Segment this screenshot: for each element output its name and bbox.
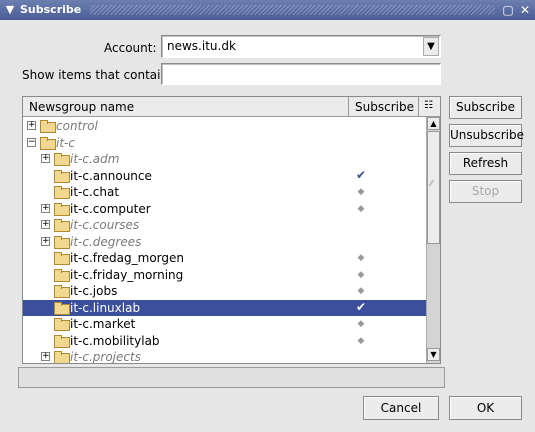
folder-icon [54, 169, 70, 183]
newsgroup-name: it-c.fredag_morgen [70, 251, 185, 265]
folder-icon [54, 351, 70, 363]
filter-label: Show items that contain: [22, 68, 173, 82]
scroll-down-icon[interactable]: ▼ [427, 348, 440, 361]
expand-icon[interactable]: + [41, 352, 50, 361]
unsubscribed-dot-icon[interactable]: ◆ [355, 270, 367, 280]
close-icon[interactable]: ✕ [518, 3, 532, 17]
newsgroup-name: it-c.chat [70, 185, 120, 199]
window-title: Subscribe [20, 3, 82, 16]
collapse-icon[interactable]: − [27, 137, 36, 147]
subscribed-check-icon[interactable]: ✔ [355, 168, 367, 182]
newsgroup-name: it-c.jobs [70, 284, 118, 298]
unsubscribe-button[interactable]: Unsubscribe [449, 124, 524, 147]
subscribed-check-icon[interactable]: ✔ [355, 300, 367, 314]
newsgroup-name: it-c.friday_morning [70, 267, 184, 282]
list-item[interactable]: + it-c.computer ◆ [23, 201, 426, 217]
newsgroup-name: it-c.linuxlab [70, 300, 141, 315]
folder-icon [54, 186, 70, 199]
newsgroup-name: it-c.adm [70, 152, 120, 166]
chevron-down-icon[interactable]: ▼ [423, 37, 439, 56]
folder-icon [54, 285, 70, 298]
newsgroup-name: it-c.degrees [70, 234, 142, 249]
list-item[interactable]: + it-c.degrees [23, 234, 426, 250]
list-item[interactable]: it-c.announce ✔ [23, 168, 426, 184]
newsgroup-name: it-c.mobilitylab [70, 333, 160, 348]
folder-icon [40, 120, 56, 133]
title-bar-decoration [90, 5, 495, 15]
scroll-up-icon[interactable]: ▲ [427, 117, 440, 130]
scroll-thumb[interactable] [427, 131, 440, 244]
ok-button[interactable]: OK [449, 396, 522, 420]
list-item[interactable]: + control [23, 118, 426, 134]
account-label: Account: [104, 41, 157, 55]
folder-icon [54, 318, 70, 331]
folder-icon [54, 301, 70, 315]
list-item[interactable]: + it-c.courses [23, 217, 426, 233]
vertical-scrollbar[interactable]: ▲ ⁄⁄ ▼ [426, 117, 440, 363]
list-item[interactable]: it-c.market ◆ [23, 316, 426, 332]
expand-icon[interactable]: + [41, 236, 50, 246]
unsubscribed-dot-icon[interactable]: ◆ [355, 204, 367, 214]
subscribe-dialog: ▼ Subscribe ▢ ✕ Account: news.itu.dk ▼ S… [0, 0, 535, 432]
expand-icon[interactable]: + [41, 220, 50, 229]
folder-icon [54, 153, 70, 166]
newsgroup-name: it-c.announce [70, 168, 152, 183]
list-item[interactable]: + it-c.adm [23, 151, 426, 167]
newsgroup-name: it-c [56, 135, 75, 150]
unsubscribed-dot-icon[interactable]: ◆ [355, 286, 367, 296]
unsubscribed-dot-icon[interactable]: ◆ [355, 319, 367, 329]
cancel-button[interactable]: Cancel [363, 396, 439, 420]
column-header-name[interactable]: Newsgroup name [23, 97, 349, 117]
folder-icon [54, 219, 70, 232]
filter-input[interactable] [161, 63, 441, 85]
folder-icon [54, 235, 70, 249]
list-item[interactable]: − it-c [23, 135, 426, 151]
list-item[interactable]: it-c.fredag_morgen ◆ [23, 250, 426, 266]
column-header-subscribe[interactable]: Subscribe [349, 97, 419, 117]
stop-button[interactable]: Stop [449, 180, 522, 203]
expand-icon[interactable]: + [27, 121, 36, 130]
expand-icon[interactable]: + [41, 203, 50, 213]
list-item[interactable]: it-c.mobilitylab ◆ [23, 333, 426, 349]
folder-icon [54, 334, 70, 348]
expand-icon[interactable]: + [41, 154, 50, 163]
subscribe-button[interactable]: Subscribe [449, 96, 522, 119]
list-item[interactable]: it-c.linuxlab ✔ [23, 299, 426, 316]
refresh-button[interactable]: Refresh [449, 152, 522, 175]
list-item[interactable]: + it-c.projects [23, 349, 426, 364]
scroll-grip-icon: ⁄⁄ [430, 179, 433, 188]
list-item[interactable]: it-c.jobs ◆ [23, 283, 426, 299]
status-bar [18, 367, 445, 388]
unsubscribed-dot-icon[interactable]: ◆ [355, 253, 367, 263]
folder-icon [40, 136, 56, 150]
newsgroup-list[interactable]: Newsgroup name Subscribe ☷ + control − it-c… [22, 96, 441, 364]
column-picker[interactable]: ☷ [419, 97, 440, 117]
unsubscribed-dot-icon[interactable]: ◆ [355, 187, 367, 197]
folder-icon [54, 268, 70, 282]
account-value: news.itu.dk [167, 39, 236, 53]
window-menu-icon[interactable]: ▼ [3, 3, 17, 17]
list-item[interactable]: it-c.friday_morning ◆ [23, 267, 426, 283]
title-bar[interactable]: ▼ Subscribe ▢ ✕ [0, 0, 535, 20]
list-header: Newsgroup name Subscribe ☷ [23, 97, 440, 117]
unsubscribed-dot-icon[interactable]: ◆ [355, 336, 367, 346]
newsgroup-name: it-c.computer [70, 201, 151, 216]
folder-icon [54, 202, 70, 216]
list-item[interactable]: it-c.chat ◆ [23, 184, 426, 200]
folder-icon [54, 252, 70, 265]
newsgroup-name: it-c.courses [70, 218, 140, 232]
newsgroup-name: it-c.projects [70, 350, 141, 364]
maximize-icon[interactable]: ▢ [501, 3, 515, 17]
newsgroup-name: control [56, 119, 98, 133]
column-picker-icon: ☷ [424, 100, 433, 111]
account-combo[interactable]: news.itu.dk ▼ [161, 35, 441, 58]
newsgroup-name: it-c.market [70, 317, 136, 331]
